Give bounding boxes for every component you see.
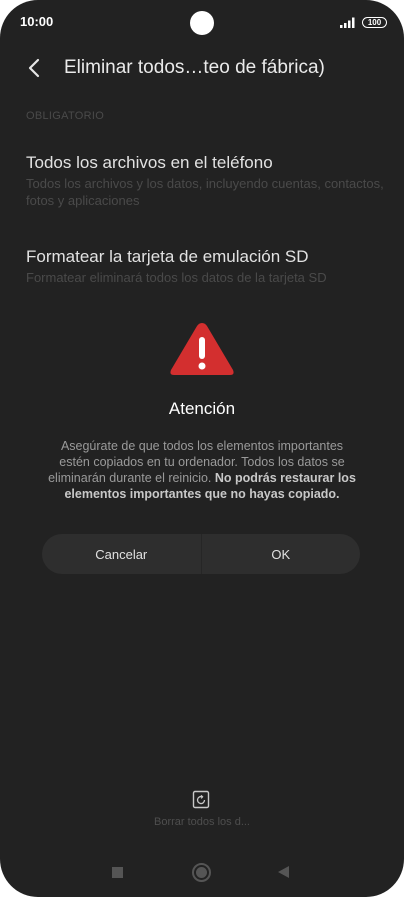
erase-all-label[interactable]: Borrar todos los d... — [0, 816, 404, 828]
status-time: 10:00 — [20, 14, 54, 29]
dialog-message: Asegúrate de que todos los elementos imp… — [44, 438, 360, 502]
option-title: Todos los archivos en el teléfono — [26, 153, 273, 172]
section-label: OBLIGATORIO — [26, 110, 105, 122]
ok-button[interactable]: OK — [202, 534, 361, 574]
option-all-phone-files[interactable]: Todos los archivos en el teléfono Todos … — [26, 153, 384, 209]
battery-level: 100 — [367, 17, 382, 27]
battery-icon: 100 — [362, 17, 387, 28]
option-title: Formatear la tarjeta de emulación SD — [26, 247, 309, 266]
option-description: Todos los archivos y los datos, incluyen… — [26, 176, 384, 208]
back-triangle-icon[interactable] — [278, 866, 289, 878]
cancel-button[interactable]: Cancelar — [42, 534, 201, 574]
erase-phone-icon[interactable] — [192, 790, 210, 809]
warning-triangle-icon — [170, 323, 234, 375]
dialog-title: Atención — [168, 399, 236, 418]
page-title: Eliminar todos…teo de fábrica) — [64, 57, 325, 78]
home-circle-icon[interactable] — [192, 863, 211, 882]
option-format-sd[interactable]: Formatear la tarjeta de emulación SD For… — [26, 247, 384, 286]
signal-icon — [340, 17, 355, 28]
phone-screen: 10:00 100 Eliminar todos…teo de fábrica)… — [0, 0, 404, 897]
chevron-left-icon — [28, 58, 40, 78]
recents-square-icon[interactable] — [112, 867, 123, 878]
back-button[interactable] — [20, 54, 48, 82]
home-dot — [196, 867, 207, 878]
front-camera — [190, 11, 214, 35]
option-description: Formatear eliminará todos los datos de l… — [26, 270, 327, 285]
dialog-buttons: Cancelar OK — [42, 534, 360, 574]
